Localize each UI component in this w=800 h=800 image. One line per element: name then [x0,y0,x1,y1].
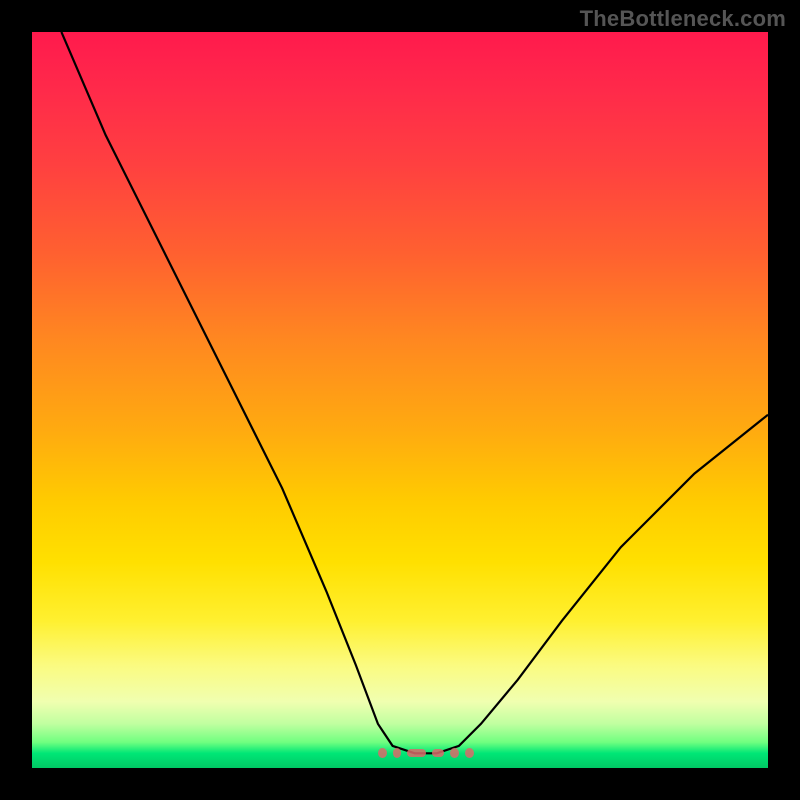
marker-dot [378,748,387,758]
marker-dot [465,748,474,758]
bottleneck-curve [32,32,768,768]
plot-area [32,32,768,768]
marker-bar [407,749,426,757]
minimum-marker-strip [378,746,474,760]
watermark-text: TheBottleneck.com [580,6,786,32]
marker-dot [450,748,459,758]
marker-bar [432,749,444,757]
marker-dot [393,748,402,758]
